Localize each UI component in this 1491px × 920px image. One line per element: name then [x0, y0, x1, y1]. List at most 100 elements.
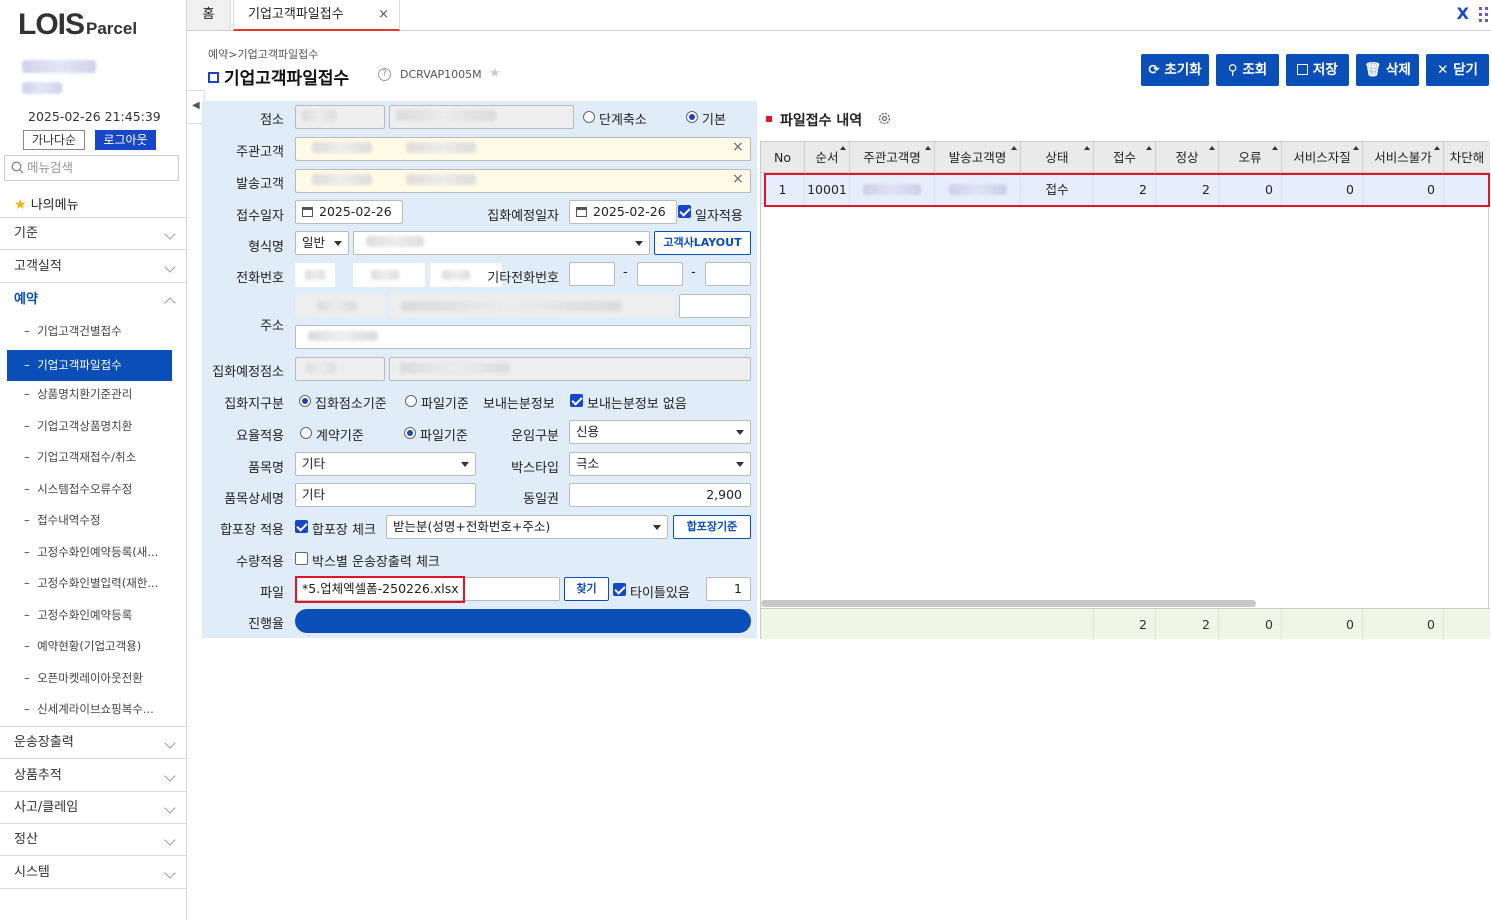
close-button[interactable]: ✕ 닫기 — [1426, 54, 1489, 86]
menu-group-waybill[interactable]: 운송장출력 — [0, 727, 186, 759]
item-name-select[interactable]: 기타 — [295, 452, 476, 476]
phone-2-input[interactable] — [353, 263, 425, 287]
my-menu[interactable]: ★ 나의메뉴 — [14, 194, 79, 213]
menu-group-settlement[interactable]: 정산 — [0, 824, 186, 856]
pickup-date-input[interactable]: 2025-02-26 — [569, 200, 677, 224]
logout-button[interactable]: 로그아웃 — [95, 130, 156, 150]
horizontal-scrollbar[interactable] — [761, 600, 1256, 607]
fare-type-select[interactable]: 신용 — [569, 420, 751, 444]
lois-parcel-logo[interactable]: LOIS Parcel — [18, 8, 137, 42]
delete-button[interactable]: 🗑 삭제 — [1356, 54, 1419, 86]
branch-name-input[interactable] — [389, 105, 574, 129]
col-header[interactable]: 차단해 — [1444, 142, 1490, 173]
submenu-item[interactable]: – 상품명치환기준관리 — [0, 379, 186, 410]
branch-radio-step[interactable] — [583, 111, 595, 123]
submenu-item[interactable]: – 기업고객건별접수 — [0, 316, 186, 347]
col-header[interactable]: No — [761, 142, 805, 173]
help-icon[interactable]: ? — [378, 68, 391, 81]
branch-radio-basic[interactable] — [686, 111, 698, 123]
col-header[interactable]: 오류 — [1219, 142, 1282, 173]
title-row-count-input[interactable]: 1 — [706, 577, 751, 601]
col-header[interactable]: 주관고객명 — [850, 142, 935, 173]
submenu-item[interactable]: – 접수내역수정 — [0, 505, 186, 536]
col-header[interactable]: 정상 — [1156, 142, 1219, 173]
close-tab-icon[interactable]: × — [378, 0, 389, 30]
format-name-select[interactable] — [353, 231, 650, 255]
submenu-item[interactable]: – 신세계라이브쇼핑복수... — [0, 694, 186, 725]
submenu-item[interactable]: – 기업고객상품명치환 — [0, 411, 186, 442]
box-type-select[interactable]: 극소 — [569, 452, 751, 476]
col-header[interactable]: 순서 — [805, 142, 850, 173]
main-customer-input[interactable] — [295, 137, 751, 161]
favorite-star-icon[interactable]: ★ — [489, 66, 501, 81]
col-header[interactable]: 발송고객명 — [935, 142, 1021, 173]
no-sender-info-checkbox[interactable] — [570, 394, 583, 407]
other-phone-3-input[interactable] — [705, 262, 751, 286]
clear-main-customer-icon[interactable]: × — [732, 139, 744, 155]
pickup-radio-file[interactable] — [405, 395, 417, 407]
address-1-input[interactable] — [389, 294, 674, 318]
phone-1-input[interactable] — [295, 263, 335, 287]
col-header[interactable]: 서비스자질 — [1282, 142, 1363, 173]
same-zone-input[interactable]: 2,900 — [569, 483, 751, 507]
menu-search-input[interactable]: 메뉴검색 — [4, 155, 179, 181]
other-phone-2-input[interactable] — [637, 262, 683, 286]
receipt-date-input[interactable]: 2025-02-26 — [295, 200, 403, 224]
submenu-item[interactable]: – 시스템접수오류수정 — [0, 474, 186, 505]
menu-group-system[interactable]: 시스템 — [0, 857, 186, 889]
pickup-branch-name-input[interactable] — [389, 357, 751, 381]
submenu-item[interactable]: – 고정수화인예약등록 — [0, 600, 186, 631]
merge-checkbox[interactable] — [295, 520, 308, 533]
close-all-tabs-button[interactable]: X — [1457, 4, 1469, 23]
date-apply-checkbox[interactable] — [678, 205, 691, 218]
title-row-checkbox[interactable] — [613, 583, 626, 596]
branch-code-input[interactable] — [295, 105, 385, 129]
save-button[interactable]: 저장 — [1286, 54, 1349, 86]
rate-radio-file[interactable] — [404, 427, 416, 439]
reset-button[interactable]: ⟳ 초기화 — [1141, 54, 1209, 86]
col-header[interactable]: 상태 — [1021, 142, 1094, 173]
submenu-item[interactable]: – 고정수화인별입력(재한... — [0, 568, 186, 599]
col-header[interactable]: 서비스불가 — [1363, 142, 1444, 173]
submenu-item[interactable]: – 고정수화인예약등록(새... — [0, 537, 186, 568]
format-type-select[interactable]: 일반 — [295, 231, 349, 255]
send-customer-input[interactable] — [295, 169, 751, 193]
row-highlight-box — [764, 173, 1490, 207]
tab-file-receipt[interactable]: 기업고객파일접수 × — [233, 0, 400, 31]
clear-send-customer-icon[interactable]: × — [732, 171, 744, 187]
submenu-item[interactable]: – 오픈마켓레이아웃전환 — [0, 663, 186, 694]
pickup-radio-branch[interactable] — [299, 395, 311, 407]
menu-group-tracking[interactable]: 상품추적 — [0, 760, 186, 792]
menu-group-customer-perf[interactable]: 고객실적 — [0, 251, 186, 283]
submenu-item[interactable]: – 예약현황(기업고객용) — [0, 631, 186, 662]
rate-radio-contract[interactable] — [300, 427, 312, 439]
box-print-checkbox[interactable] — [295, 552, 308, 565]
address-2-input[interactable] — [295, 325, 751, 349]
item-detail-input[interactable]: 기타 — [295, 483, 476, 507]
zipcode-input[interactable] — [295, 294, 385, 318]
tab-menu-icon[interactable] — [1479, 7, 1489, 23]
close-icon: ✕ — [1437, 62, 1449, 78]
other-phone-1-input[interactable] — [569, 262, 615, 286]
menu-group-claim[interactable]: 사고/클레임 — [0, 792, 186, 824]
menu-group-reservation[interactable]: 예약 — [0, 284, 186, 316]
grid-settings-icon[interactable] — [877, 111, 892, 126]
search-button[interactable]: ⚲ 조회 — [1216, 54, 1279, 86]
merge-basis-button[interactable]: 합포장기준 — [673, 515, 751, 539]
tab-home[interactable]: 홈 — [187, 0, 231, 30]
pickup-branch-code-input[interactable] — [295, 357, 385, 381]
tab-bar: 홈 기업고객파일접수 × X — [187, 0, 1491, 31]
merge-option-select[interactable]: 받는분(성명+전화번호+주소) — [386, 515, 668, 539]
refresh-icon: ⟳ — [1148, 62, 1160, 78]
submenu-item[interactable]: – 기업고객재접수/취소 — [0, 442, 186, 473]
find-file-button[interactable]: 찾기 — [564, 577, 609, 601]
col-header[interactable]: 접수 — [1094, 142, 1156, 173]
address-extra-input[interactable] — [679, 294, 751, 318]
submenu-item-active[interactable]: – 기업고객파일접수 — [7, 350, 172, 381]
sort-button[interactable]: 가나다순 — [23, 130, 85, 150]
menu-search-placeholder: 메뉴검색 — [27, 160, 74, 175]
customer-layout-button[interactable]: 고객사LAYOUT — [654, 231, 751, 255]
menu-group-basis[interactable]: 기준 — [0, 218, 186, 250]
chevron-down-icon — [164, 834, 176, 846]
sort-icon — [1272, 146, 1278, 150]
